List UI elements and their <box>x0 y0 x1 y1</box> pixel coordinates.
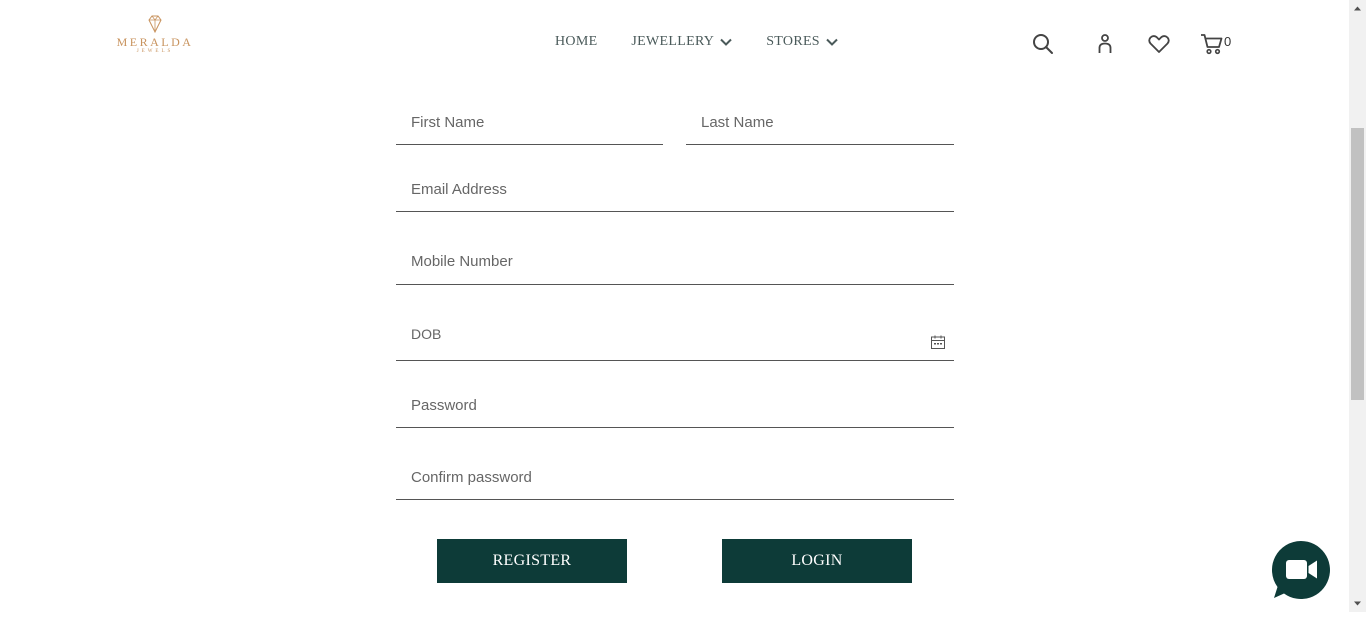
logo-sub: JEWELS <box>136 49 174 54</box>
calendar-icon <box>931 335 945 349</box>
nav-jewellery-label: JEWELLERY <box>631 34 715 49</box>
cart-icon <box>1201 34 1223 55</box>
chevron-down-icon <box>720 38 732 46</box>
last-name-input[interactable] <box>686 100 954 144</box>
logo-brand: MERALDA <box>116 35 194 49</box>
video-call-button[interactable] <box>1271 541 1330 599</box>
login-button[interactable]: LOGIN <box>722 539 912 583</box>
nav-home[interactable]: HOME <box>555 33 597 51</box>
chevron-down-icon <box>826 38 838 46</box>
logo[interactable]: MERALDA JEWELS <box>112 14 198 64</box>
email-field <box>396 167 954 212</box>
wishlist-button[interactable] <box>1148 34 1170 59</box>
email-input[interactable] <box>396 167 954 211</box>
scroll-down-arrow-icon <box>1354 601 1361 606</box>
site-header: MERALDA JEWELS HOME JEWELLERY STORES 0 <box>0 0 1349 85</box>
scroll-down-button[interactable] <box>1349 595 1366 612</box>
main-nav: HOME JEWELLERY STORES <box>555 33 872 51</box>
cart-count-badge: 0 <box>1224 34 1232 49</box>
nav-stores-label: STORES <box>766 34 820 49</box>
nav-stores[interactable]: STORES <box>766 33 838 51</box>
account-button[interactable] <box>1097 33 1113 60</box>
scrollbar-thumb[interactable] <box>1351 128 1364 400</box>
user-icon <box>1098 34 1112 53</box>
confirm-password-field <box>396 455 954 500</box>
dob-field <box>396 313 954 361</box>
first-name-field <box>396 100 663 145</box>
vertical-scrollbar[interactable] <box>1349 0 1366 612</box>
cart-button[interactable] <box>1200 33 1224 60</box>
calendar-button[interactable] <box>930 334 946 355</box>
password-field <box>396 383 954 428</box>
mobile-field <box>396 239 954 285</box>
video-chat-icon <box>1271 541 1330 599</box>
dob-input[interactable] <box>396 313 954 360</box>
scroll-up-button[interactable] <box>1349 0 1366 17</box>
diamond-logo-icon <box>148 15 162 34</box>
scroll-up-arrow-icon <box>1354 6 1361 11</box>
register-button[interactable]: REGISTER <box>437 539 627 583</box>
search-icon <box>1033 34 1053 54</box>
heart-icon <box>1148 35 1170 53</box>
mobile-input[interactable] <box>396 239 954 284</box>
search-button[interactable] <box>1032 33 1054 60</box>
first-name-input[interactable] <box>396 100 663 144</box>
confirm-password-input[interactable] <box>396 455 954 499</box>
password-input[interactable] <box>396 383 954 427</box>
nav-jewellery[interactable]: JEWELLERY <box>631 33 732 51</box>
last-name-field <box>686 100 954 145</box>
nav-home-label: HOME <box>555 34 598 49</box>
